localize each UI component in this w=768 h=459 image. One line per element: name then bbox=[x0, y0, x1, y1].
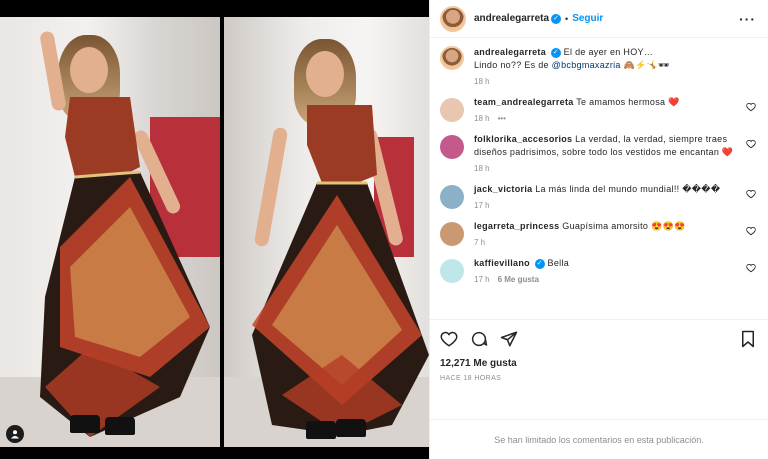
avatar[interactable] bbox=[440, 5, 466, 32]
comment-more[interactable]: ••• bbox=[498, 114, 506, 123]
more-options-icon[interactable]: ··· bbox=[739, 11, 756, 27]
post-media[interactable] bbox=[0, 0, 429, 459]
comment-like-icon[interactable] bbox=[746, 102, 756, 112]
comment-item: kaffievillano ✓ Bella 17 h 6 Me gusta bbox=[440, 257, 756, 284]
avatar[interactable] bbox=[440, 135, 464, 159]
comment-item: legarreta_princess Guapísima amorsito 😍😍… bbox=[440, 220, 756, 247]
photo-right bbox=[224, 17, 429, 447]
caption-time[interactable]: 18 h bbox=[474, 77, 490, 86]
caption-username[interactable]: andrealegarreta bbox=[474, 47, 546, 57]
comments-limited-notice: Se han limitado los comentarios en esta … bbox=[430, 419, 768, 459]
comment-username[interactable]: legarreta_princess bbox=[474, 221, 559, 231]
heart-icon[interactable] bbox=[440, 330, 458, 348]
comment-text: Te amamos hermosa ❤️ bbox=[576, 97, 680, 107]
bookmark-icon[interactable] bbox=[740, 330, 756, 348]
avatar[interactable] bbox=[440, 98, 464, 122]
caption-line-2: Lindo no?? Es de bbox=[474, 60, 552, 70]
dress bbox=[40, 97, 210, 437]
comment-like-icon[interactable] bbox=[746, 139, 756, 149]
photo-left bbox=[0, 17, 220, 447]
comment-time[interactable]: 18 h bbox=[474, 114, 490, 123]
post-time: HACE 18 HORAS bbox=[440, 375, 502, 382]
shoe bbox=[70, 415, 100, 433]
comment-text: Guapísima amorsito 😍😍😍 bbox=[562, 221, 686, 231]
comment-username[interactable]: team_andrealegarreta bbox=[474, 97, 574, 107]
comment-time[interactable]: 18 h bbox=[474, 164, 490, 173]
comment-text: La más linda del mundo mundial!! ���� bbox=[535, 184, 721, 194]
caption-emojis: 🙈⚡🤸🕶 bbox=[623, 60, 670, 70]
comment-icon[interactable] bbox=[470, 330, 488, 348]
comment-item: jack_victoria La más linda del mundo mun… bbox=[440, 183, 756, 210]
face bbox=[70, 47, 108, 93]
caption-line-1: El de ayer en HOY… bbox=[563, 47, 654, 57]
comment-likes[interactable]: 6 Me gusta bbox=[498, 275, 539, 284]
share-icon[interactable] bbox=[500, 330, 518, 348]
comment-like-icon[interactable] bbox=[746, 226, 756, 236]
dress bbox=[252, 105, 429, 435]
comment-like-icon[interactable] bbox=[746, 263, 756, 273]
likes-count[interactable]: 12,271 Me gusta bbox=[440, 358, 756, 369]
comment-time[interactable]: 17 h bbox=[474, 201, 490, 210]
post-sidebar: andrealegarreta ✓ • Seguir ··· andrealeg… bbox=[429, 0, 768, 459]
comments-list[interactable]: andrealegarreta ✓ El de ayer en HOY… Lin… bbox=[430, 38, 768, 319]
comment-username[interactable]: folklorika_accesorios bbox=[474, 134, 572, 144]
verified-icon: ✓ bbox=[551, 13, 562, 24]
comment-item: team_andrealegarreta Te amamos hermosa ❤… bbox=[440, 96, 756, 123]
shoe bbox=[336, 419, 366, 437]
shoe bbox=[105, 417, 135, 435]
comment-text: Bella bbox=[547, 258, 570, 268]
caption-mention[interactable]: @bcbgmaxazria bbox=[552, 60, 621, 70]
header-username[interactable]: andrealegarreta bbox=[474, 13, 549, 24]
separator-dot: • bbox=[565, 13, 569, 24]
comment-like-icon[interactable] bbox=[746, 189, 756, 199]
avatar[interactable] bbox=[440, 46, 464, 70]
shoe bbox=[306, 421, 336, 439]
comment-username[interactable]: kaffievillano bbox=[474, 258, 530, 268]
avatar[interactable] bbox=[440, 185, 464, 209]
comment-item: folklorika_accesorios La verdad, la verd… bbox=[440, 133, 756, 173]
avatar[interactable] bbox=[440, 222, 464, 246]
verified-icon: ✓ bbox=[534, 258, 545, 269]
caption: andrealegarreta ✓ El de ayer en HOY… Lin… bbox=[440, 46, 756, 86]
verified-icon: ✓ bbox=[550, 47, 561, 58]
comment-time[interactable]: 17 h bbox=[474, 275, 490, 284]
comment-time[interactable]: 7 h bbox=[474, 238, 485, 247]
post-actions: 12,271 Me gusta HACE 18 HORAS bbox=[430, 319, 768, 419]
post-header: andrealegarreta ✓ • Seguir ··· bbox=[430, 0, 768, 38]
user-tag-icon[interactable] bbox=[6, 425, 24, 443]
face bbox=[306, 51, 344, 97]
avatar[interactable] bbox=[440, 259, 464, 283]
comment-username[interactable]: jack_victoria bbox=[474, 184, 532, 194]
follow-button[interactable]: Seguir bbox=[572, 13, 603, 24]
